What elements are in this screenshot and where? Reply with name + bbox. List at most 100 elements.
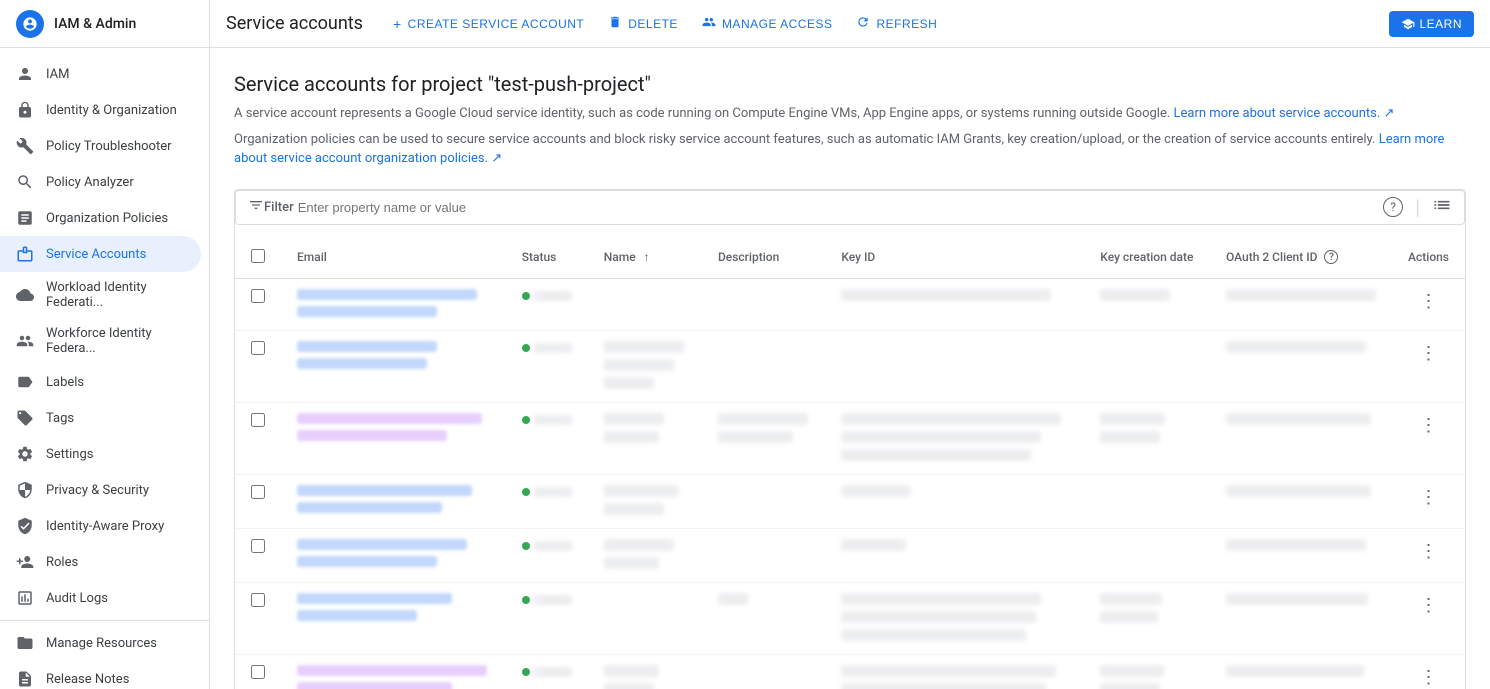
- row-actions-button[interactable]: ⋮: [1414, 341, 1444, 366]
- key-id-cell: [825, 474, 1084, 528]
- page-title: Service accounts: [226, 13, 363, 34]
- status-cell: [506, 654, 588, 689]
- key-date-line1: [1100, 593, 1162, 605]
- description-cell: [702, 474, 825, 528]
- analytics-icon: [16, 173, 34, 191]
- description-cell: [702, 402, 825, 474]
- actions-cell: ⋮: [1392, 582, 1465, 654]
- cloud-icon: [16, 286, 34, 304]
- status-badge: [522, 541, 572, 551]
- row-checkbox[interactable]: [251, 413, 265, 427]
- verified-user-icon: [16, 517, 34, 535]
- sidebar-item-identity-aware-proxy[interactable]: Identity-Aware Proxy: [0, 508, 201, 544]
- toolbar: Service accounts + CREATE SERVICE ACCOUN…: [210, 0, 1490, 48]
- key-id-line2: [841, 431, 1041, 443]
- refresh-icon: [856, 15, 870, 32]
- delete-button[interactable]: DELETE: [598, 9, 688, 38]
- refresh-button[interactable]: REFRESH: [846, 9, 947, 38]
- create-service-account-button[interactable]: + CREATE SERVICE ACCOUNT: [383, 10, 594, 38]
- sidebar-item-audit-logs[interactable]: Audit Logs: [0, 580, 201, 616]
- oauth-text: [1226, 289, 1376, 301]
- row-actions-button[interactable]: ⋮: [1414, 665, 1444, 689]
- email-cell: [281, 330, 506, 402]
- sidebar-item-policy-troubleshooter[interactable]: Policy Troubleshooter: [0, 128, 201, 164]
- row-actions-button[interactable]: ⋮: [1414, 593, 1444, 618]
- sidebar-item-roles[interactable]: Roles: [0, 544, 201, 580]
- filter-input[interactable]: [298, 200, 1383, 215]
- status-badge: [522, 343, 572, 353]
- sidebar-item-service-accounts[interactable]: Service Accounts: [0, 236, 201, 272]
- sidebar-item-policy-analyzer[interactable]: Policy Analyzer: [0, 164, 201, 200]
- sidebar-item-identity-org[interactable]: Identity & Organization: [0, 92, 201, 128]
- sidebar-item-labels[interactable]: Labels: [0, 364, 201, 400]
- help-icon[interactable]: ?: [1383, 197, 1403, 217]
- sidebar-item-label-settings: Settings: [46, 447, 93, 462]
- status-text: [534, 343, 572, 353]
- row-checkbox-cell: [235, 402, 281, 474]
- security-icon: [16, 481, 34, 499]
- sidebar-item-tags[interactable]: Tags: [0, 400, 201, 436]
- row-checkbox[interactable]: [251, 539, 265, 553]
- wrench-icon: [16, 137, 34, 155]
- key-date-cell: [1084, 402, 1210, 474]
- sidebar-item-org-policies[interactable]: Organization Policies: [0, 200, 201, 236]
- manage-icon: [702, 15, 716, 32]
- name-sub1: [604, 359, 674, 371]
- oauth-help-icon[interactable]: ?: [1324, 250, 1338, 264]
- key-date-cell: [1084, 582, 1210, 654]
- key-id-column-header: Key ID: [825, 237, 1084, 279]
- content-heading: Service accounts for project "test-push-…: [234, 72, 1466, 96]
- row-actions-button[interactable]: ⋮: [1414, 539, 1444, 564]
- settings-icon: [16, 445, 34, 463]
- key-date-line2: [1100, 683, 1160, 689]
- sidebar-item-manage-resources[interactable]: Manage Resources: [0, 625, 201, 661]
- key-date-cell: [1084, 654, 1210, 689]
- sidebar-item-workforce-identity[interactable]: Workforce Identity Federa...: [0, 318, 201, 364]
- email-cell: [281, 474, 506, 528]
- email-cell: [281, 582, 506, 654]
- sidebar-item-workload-identity[interactable]: Workload Identity Federati...: [0, 272, 201, 318]
- sidebar-item-label-release-notes: Release Notes: [46, 672, 129, 687]
- learn-service-accounts-link[interactable]: Learn more about service accounts. ↗: [1174, 106, 1395, 121]
- key-id-cell: [825, 528, 1084, 582]
- key-id-cell: [825, 278, 1084, 330]
- sidebar-item-label-policy-troubleshooter: Policy Troubleshooter: [46, 139, 172, 154]
- row-checkbox[interactable]: [251, 593, 265, 607]
- status-cell: [506, 582, 588, 654]
- refresh-btn-label: REFRESH: [876, 17, 937, 31]
- key-id-text: [841, 485, 911, 497]
- column-toggle-icon[interactable]: [1432, 195, 1452, 220]
- name-column-header[interactable]: Name ↑: [588, 237, 702, 279]
- sidebar-item-privacy-security[interactable]: Privacy & Security: [0, 472, 201, 508]
- status-text: [534, 291, 572, 301]
- table-row: ⋮: [235, 474, 1465, 528]
- row-actions-button[interactable]: ⋮: [1414, 485, 1444, 510]
- table-row: ⋮: [235, 582, 1465, 654]
- sidebar-item-release-notes[interactable]: Release Notes: [0, 661, 201, 689]
- sidebar-item-settings[interactable]: Settings: [0, 436, 201, 472]
- row-actions-button[interactable]: ⋮: [1414, 413, 1444, 438]
- key-date-line2: [1100, 431, 1160, 443]
- key-id-line3: [841, 449, 1031, 461]
- status-dot-active: [522, 488, 530, 496]
- row-actions-button[interactable]: ⋮: [1414, 289, 1444, 314]
- sidebar-item-iam[interactable]: IAM: [0, 56, 201, 92]
- table-row: ⋮: [235, 402, 1465, 474]
- status-text: [534, 541, 572, 551]
- row-checkbox[interactable]: [251, 665, 265, 679]
- sidebar-item-label-service-accounts: Service Accounts: [46, 247, 146, 262]
- key-date-cell: [1084, 278, 1210, 330]
- desc-line1: [718, 593, 748, 605]
- select-all-checkbox[interactable]: [251, 249, 265, 263]
- key-id-line1: [841, 413, 1061, 425]
- table-row: ⋮: [235, 330, 1465, 402]
- row-checkbox[interactable]: [251, 341, 265, 355]
- email-cell: [281, 402, 506, 474]
- content-area: Service accounts for project "test-push-…: [210, 48, 1490, 689]
- name-text: [604, 539, 674, 551]
- row-checkbox[interactable]: [251, 289, 265, 303]
- row-checkbox[interactable]: [251, 485, 265, 499]
- manage-access-button[interactable]: MANAGE ACCESS: [692, 9, 843, 38]
- actions-cell: ⋮: [1392, 278, 1465, 330]
- learn-button[interactable]: LEARN: [1389, 11, 1474, 37]
